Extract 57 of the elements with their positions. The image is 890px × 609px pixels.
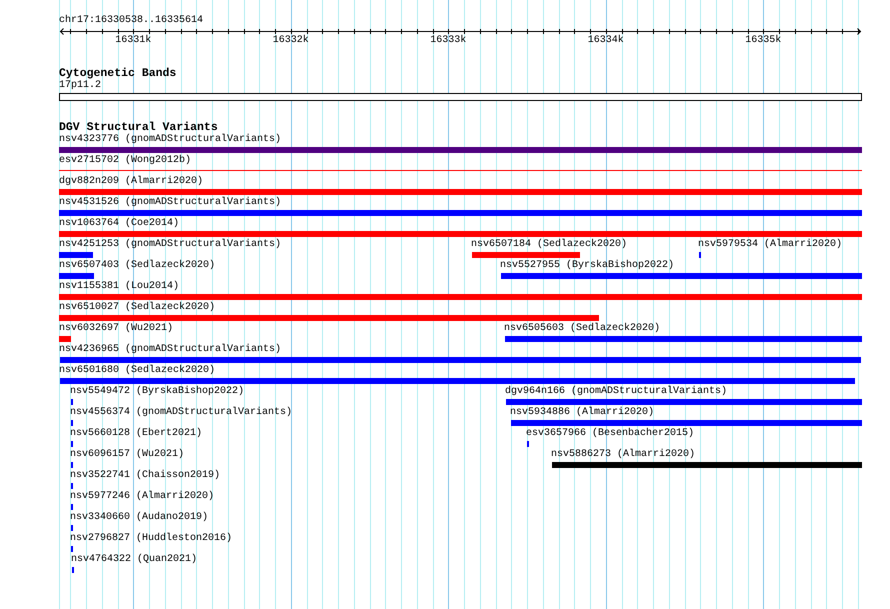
variant-bar[interactable] [511,420,862,426]
track-title: Cytogenetic Bands [59,67,176,80]
variant-bar[interactable] [59,252,93,258]
band-label: 17p11.2 [59,80,102,92]
variant-bar[interactable] [59,315,599,321]
variant-label: nsv4251253 (gnomADStructuralVariants) [59,239,282,251]
variant-label: esv3657966 (Besenbacher2015) [526,428,694,440]
variant-label: nsv5527955 (ByrskaBishop2022) [500,260,674,272]
variant-bar[interactable] [59,273,94,279]
variant-label: nsv6507184 (Sedlazeck2020) [471,239,628,251]
variant-label: nsv5886273 (Almarri2020) [551,449,696,461]
cytoband-bar[interactable] [59,93,862,101]
variant-label: nsv4556374 (gnomADStructuralVariants) [70,407,292,419]
variant-bar[interactable] [60,357,861,363]
variant-label: nsv5549472 (ByrskaBishop2022) [70,386,244,398]
variant-bar[interactable] [60,378,855,384]
genome-position: chr17:16330538..16335614 [59,15,204,27]
variant-label: nsv4764322 (Quan2021) [71,554,198,566]
variant-bar[interactable] [501,273,862,279]
variant-label: nsv5979534 (Almarri2020) [698,239,842,251]
variant-label: nsv2796827 (Huddleston2016) [70,533,232,545]
variant-bar[interactable] [505,336,862,342]
ruler-tick-label: 16335k [745,35,782,47]
variant-label: nsv6096157 (Wu2021) [70,449,184,461]
variant-line[interactable] [59,170,862,171]
variant-label: nsv6507403 (Sedlazeck2020) [59,260,216,272]
variant-label: esv2715702 (Wong2012b) [59,155,192,167]
variant-bar[interactable] [59,147,862,153]
variant-label: nsv5660128 (Ebert2021) [70,428,202,440]
variant-label: nsv5934886 (Almarri2020) [510,407,654,419]
ruler-tick-label: 16331k [115,35,152,47]
variant-label: dgv964n166 (gnomADStructuralVariants) [505,386,728,398]
variant-label: nsv1155381 (Lou2014) [59,281,180,293]
variant-bar[interactable] [506,399,862,405]
variant-label: nsv6032697 (Wu2021) [59,323,174,335]
variant-label: nsv5977246 (Almarri2020) [70,491,214,503]
variant-bar[interactable] [59,231,862,237]
variant-label: nsv1063764 (Coe2014) [59,218,180,230]
variant-bar[interactable] [472,252,580,258]
variant-label: nsv6505603 (Sedlazeck2020) [504,323,660,335]
ruler-tick-label: 16332k [272,35,309,47]
variant-label: nsv4236965 (gnomADStructuralVariants) [59,344,282,356]
variant-bar[interactable] [59,189,862,195]
variant-label: nsv4323776 (gnomADStructuralVariants) [59,134,282,146]
variant-label: nsv6501680 (Sedlazeck2020) [59,365,216,377]
variant-bar[interactable] [59,294,862,300]
variant-bar[interactable] [552,462,862,468]
variant-label: nsv6510027 (Sedlazeck2020) [59,302,216,314]
ruler-tick-label: 16334k [588,35,624,47]
variant-label: nsv4531526 (gnomADStructuralVariants) [59,197,282,209]
variant-label: nsv3522741 (Chaisson2019) [70,470,220,482]
variant-bar[interactable] [59,336,71,342]
ruler-tick-label: 16333k [430,35,466,47]
track-title: DGV Structural Variants [59,121,218,134]
variant-label: nsv3340660 (Audano2019) [70,512,208,524]
variant-label: dgv882n209 (Almarri2020) [59,176,204,188]
variant-bar[interactable] [59,210,862,216]
